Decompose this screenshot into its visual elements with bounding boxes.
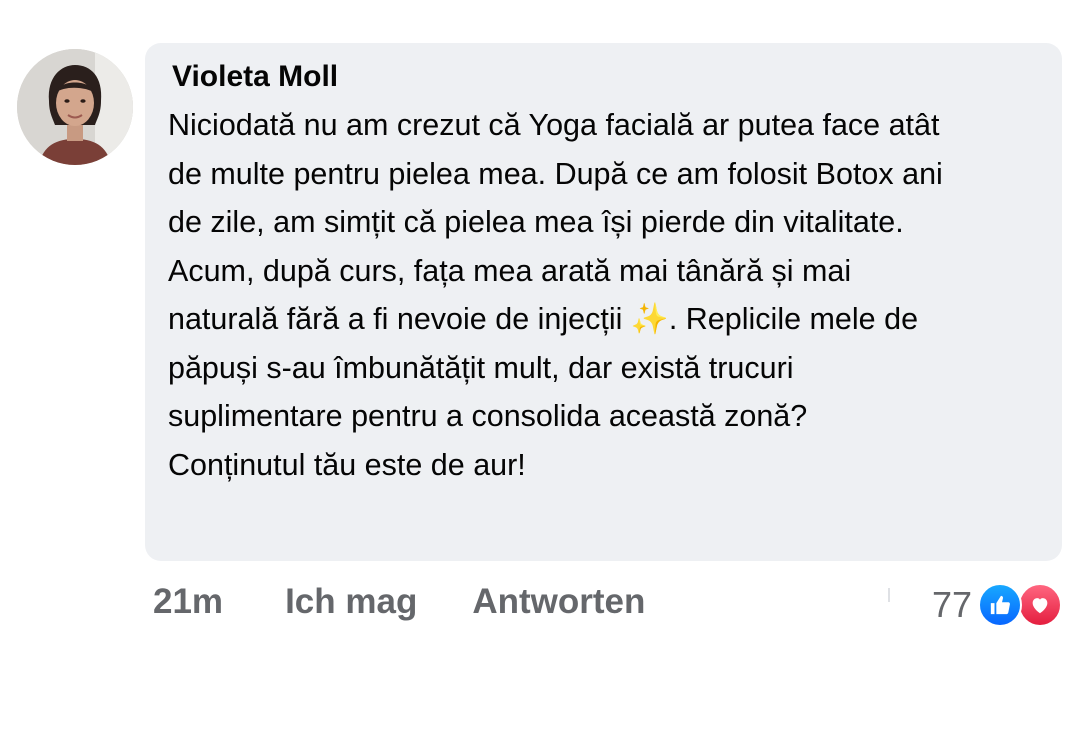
divider [888, 588, 890, 602]
avatar[interactable] [17, 49, 133, 165]
comment-bubble: Violeta Moll Niciodată nu am crezut că Y… [145, 43, 1062, 561]
reaction-count: 77 [931, 584, 972, 625]
love-icon [1018, 583, 1062, 627]
reply-button[interactable]: Antworten [472, 582, 645, 622]
like-button[interactable]: Ich mag [285, 582, 417, 622]
comment-timestamp[interactable]: 21m [153, 582, 223, 622]
reactions-summary[interactable]: 77 [932, 580, 1064, 630]
comment-actions: 21m Ich mag Antworten [153, 578, 645, 626]
comment-text: Niciodată nu am crezut că Yoga facială a… [168, 108, 943, 482]
comment-author[interactable]: Violeta Moll [172, 57, 1044, 97]
avatar-photo [17, 49, 133, 165]
reaction-icons [978, 582, 1064, 628]
like-icon [978, 583, 1022, 627]
